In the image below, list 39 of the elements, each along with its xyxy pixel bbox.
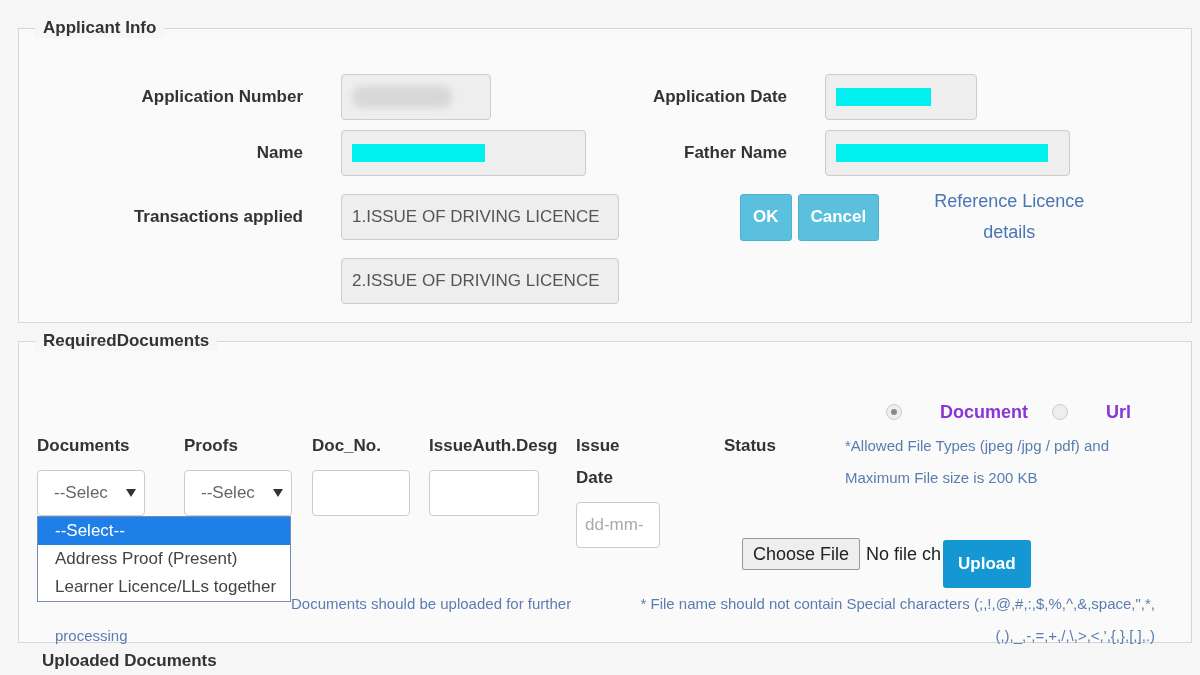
note-text: * File name should not contain Special characters (;,!,@,#,:,$,%,^,&,space,",*,(,),_,-,=,+,/,\,>,<,',{,},[,],.) <box>639 594 1155 646</box>
radio-label: Url <box>1106 401 1131 423</box>
radio-label: Document <box>939 401 1028 423</box>
reference-link[interactable]: Reference Licence details <box>929 186 1090 248</box>
column-header: Proofs <box>184 435 239 457</box>
radio-button[interactable] <box>1052 404 1068 420</box>
upload-button[interactable]: Upload <box>943 540 1031 588</box>
field-label: Application Number <box>140 87 303 107</box>
column-header: Doc_No. <box>312 435 382 457</box>
readonly-field[interactable]: 1.ISSUE OF DRIVING LICENCE <box>341 194 619 240</box>
readonly-field[interactable] <box>825 74 977 120</box>
field-label: Application Date <box>651 87 787 107</box>
caret-icon <box>273 489 283 497</box>
readonly-field[interactable] <box>341 74 491 120</box>
date-field[interactable]: dd-mm- <box>576 502 660 548</box>
column-header: IssueAuth.Desg <box>429 435 559 457</box>
readonly-field[interactable]: 2.ISSUE OF DRIVING LICENCE <box>341 258 619 304</box>
column-header: Status <box>724 435 777 457</box>
input-field[interactable] <box>312 470 410 516</box>
field-label: Transactions applied <box>132 207 303 227</box>
section-title: Applicant Info <box>35 18 165 38</box>
input-field[interactable] <box>429 470 539 516</box>
section-title: RequiredDocuments <box>35 331 218 351</box>
radio-button[interactable] <box>885 404 902 420</box>
column-header: Issue Date <box>576 435 621 489</box>
section-title: Uploaded Documents <box>42 651 218 671</box>
info-text: *Allowed File Types (jpeg /jpg / pdf) and Maximum File size is 200 KB <box>845 436 1111 488</box>
dropdown-option[interactable]: --Select-- <box>38 517 290 545</box>
field-label: Name <box>255 143 303 163</box>
proofs-dropdown[interactable]: --Selec <box>184 470 292 516</box>
dropdown-option[interactable]: Address Proof (Present) <box>38 545 290 573</box>
column-header: Documents <box>37 435 131 457</box>
caret-icon <box>126 489 136 497</box>
field-label: Father Name <box>683 143 787 163</box>
readonly-field[interactable] <box>825 130 1070 176</box>
readonly-field[interactable] <box>341 130 586 176</box>
file-status: No file ch <box>866 544 942 565</box>
documents-dropdown[interactable]: --Selec <box>37 470 145 516</box>
choose-file-button[interactable]: Choose File <box>742 538 861 570</box>
